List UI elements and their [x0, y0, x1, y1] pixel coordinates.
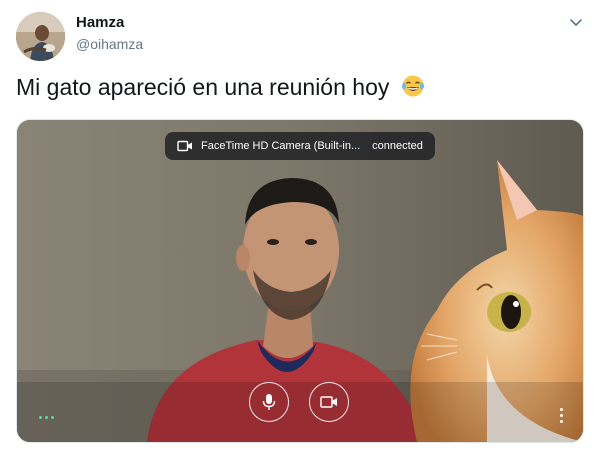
activity-indicator — [39, 416, 54, 419]
camera-name: FaceTime HD Camera (Built-in... — [201, 140, 361, 152]
tweet-media[interactable]: FaceTime HD Camera (Built-in... connecte… — [16, 119, 584, 443]
face-with-tears-of-joy-icon — [401, 75, 424, 97]
video-camera-icon — [177, 140, 192, 152]
tweet-text: Mi gato apareció en una reunión hoy — [16, 74, 425, 101]
video-call-frame — [17, 120, 583, 442]
author-name[interactable]: Hamza — [76, 14, 124, 31]
tweet-text-content: Mi gato apareció en una reunión hoy — [16, 74, 390, 100]
chevron-down-icon[interactable] — [568, 14, 584, 30]
camera-status: connected — [372, 140, 423, 152]
avatar-photo — [16, 12, 65, 61]
more-vertical-icon[interactable] — [560, 408, 563, 423]
microphone-icon — [262, 394, 276, 410]
video-camera-icon — [320, 396, 337, 408]
camera-button[interactable] — [309, 382, 349, 422]
microphone-button[interactable] — [249, 382, 289, 422]
author-handle[interactable]: @oihamza — [76, 36, 143, 52]
avatar[interactable] — [16, 12, 65, 61]
camera-status-chip: FaceTime HD Camera (Built-in... connecte… — [165, 132, 435, 160]
